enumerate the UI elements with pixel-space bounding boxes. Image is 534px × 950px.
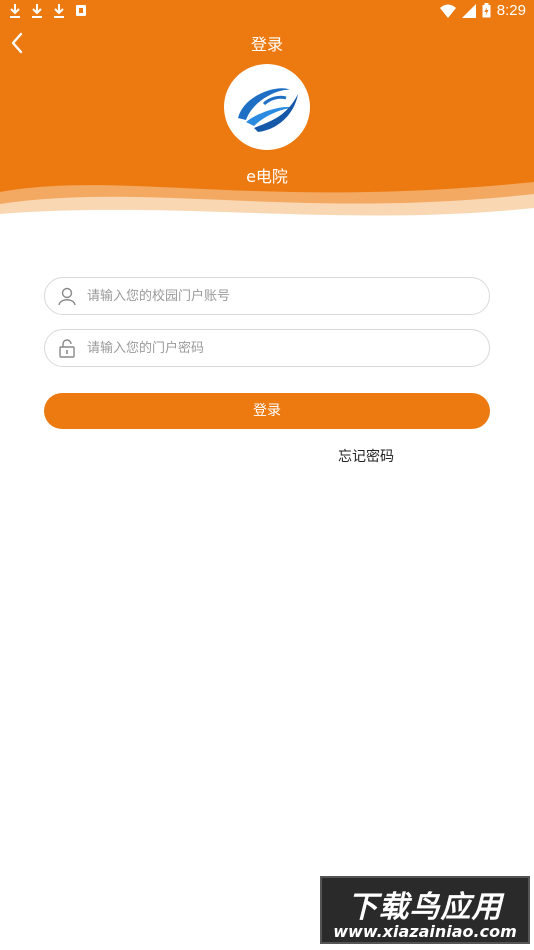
status-bar: 8:29 <box>0 0 534 24</box>
app-logo <box>224 64 310 150</box>
username-input[interactable] <box>87 284 477 308</box>
user-icon <box>58 287 76 306</box>
lock-icon <box>59 339 75 358</box>
password-field[interactable] <box>44 329 490 367</box>
password-input[interactable] <box>87 336 477 360</box>
header-wave <box>0 182 534 230</box>
watermark-title: 下载鸟应用 <box>347 890 503 925</box>
forgot-password-link[interactable]: 忘记密码 <box>338 446 394 466</box>
wifi-icon <box>439 4 456 18</box>
status-left <box>8 3 88 19</box>
header: 8:29 登录 e电院 <box>0 0 534 230</box>
watermark: 下载鸟应用 www.xiazainiao.com <box>320 876 530 944</box>
notification-app-icon <box>76 5 86 16</box>
watermark-url: www.xiazainiao.com <box>333 922 517 941</box>
status-time: 8:29 <box>496 2 526 19</box>
logo-icon <box>238 88 298 132</box>
download-icon <box>54 4 64 18</box>
signal-icon <box>461 3 476 18</box>
username-field[interactable] <box>44 277 490 315</box>
download-icon <box>10 4 20 18</box>
status-right: 8:29 <box>439 2 526 19</box>
login-button[interactable]: 登录 <box>44 393 490 429</box>
download-icon <box>32 4 42 18</box>
battery-icon <box>482 3 491 18</box>
page-title: 登录 <box>250 35 283 54</box>
